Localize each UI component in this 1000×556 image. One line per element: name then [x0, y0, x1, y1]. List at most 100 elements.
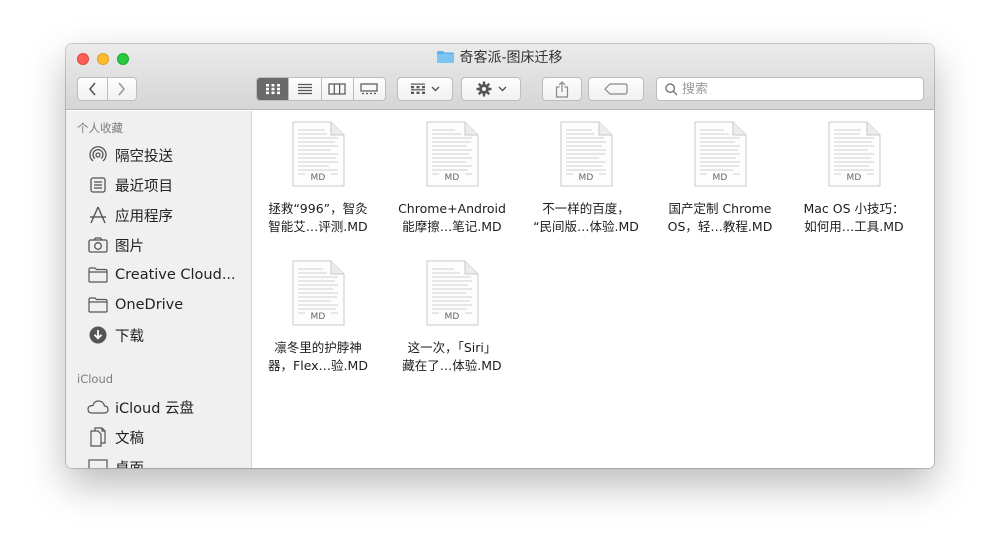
file-name-line: 不一样的百度， — [542, 201, 630, 216]
file-name-line: 能摩擦…笔记.MD — [402, 219, 502, 234]
navigation-buttons — [77, 77, 137, 101]
camera-icon — [87, 236, 109, 254]
folder-icon — [87, 296, 109, 314]
sidebar-item-applications[interactable]: 应用程序 — [87, 202, 173, 228]
column-view-icon — [328, 83, 346, 95]
file-item[interactable]: MD Mac OS 小技巧： 如何用…工具.MD — [789, 121, 919, 236]
recents-icon — [87, 176, 109, 194]
finder-window: 奇客派-图床迁移 搜索 个人收藏 隔空投送 最近项目 应用程序 图片 Creat… — [66, 44, 934, 468]
back-button[interactable] — [78, 78, 107, 100]
download-icon — [87, 326, 109, 344]
file-name-line: 国产定制 Chrome — [668, 201, 772, 216]
sidebar-item-label: 桌面 — [115, 457, 144, 469]
file-name-line: 这一次，「Siri」 — [407, 340, 497, 355]
sidebar-item-pictures[interactable]: 图片 — [87, 232, 144, 258]
search-input[interactable] — [682, 81, 902, 97]
icloud-heading: iCloud — [77, 372, 114, 386]
chevron-left-icon — [88, 82, 96, 96]
sidebar-item-label: OneDrive — [115, 297, 184, 313]
file-name-line: Chrome+Android — [398, 201, 506, 216]
documents-icon — [87, 427, 109, 447]
sidebar: 个人收藏 隔空投送 最近项目 应用程序 图片 Creative Cloud...… — [66, 111, 252, 468]
sidebar-item-label: Creative Cloud... — [115, 267, 236, 283]
file-extension-label: MD — [444, 173, 460, 183]
sidebar-item-creative-cloud[interactable]: Creative Cloud... — [87, 262, 236, 288]
file-name: 这一次，「Siri」 藏在了…体验.MD — [402, 339, 501, 375]
sidebar-item-label: 文稿 — [115, 430, 144, 447]
icon-view-icon — [265, 84, 280, 95]
markdown-file-icon: MD — [559, 121, 613, 187]
cloud-icon — [87, 398, 109, 416]
column-view-button[interactable] — [320, 78, 353, 100]
chevron-down-icon — [431, 86, 440, 92]
file-item[interactable]: MD 拯救“996”，智灸 智能艾…评测.MD — [253, 121, 383, 236]
sidebar-item-downloads[interactable]: 下载 — [87, 322, 144, 348]
file-item[interactable]: MD 不一样的百度， “民间版…体验.MD — [521, 121, 651, 236]
view-mode-control — [256, 77, 386, 101]
file-name-line: OS，轻…教程.MD — [667, 219, 773, 234]
file-name-line: 拯救“996”，智灸 — [268, 201, 368, 216]
sidebar-item-documents[interactable]: 文稿 — [87, 424, 144, 450]
toolbar: 奇客派-图床迁移 — [66, 44, 934, 110]
action-menu-button[interactable] — [461, 77, 521, 101]
gear-icon — [476, 81, 491, 97]
file-extension-label: MD — [846, 173, 862, 183]
sidebar-item-label: 图片 — [115, 238, 144, 255]
tag-icon — [604, 83, 628, 95]
folder-icon — [87, 266, 109, 284]
window-title: 奇客派-图床迁移 — [66, 49, 934, 67]
share-button[interactable] — [542, 77, 582, 101]
markdown-file-icon: MD — [291, 260, 345, 326]
sidebar-item-icloud-drive[interactable]: iCloud 云盘 — [87, 394, 194, 420]
file-name-line: 凛冬里的护脖神 — [274, 340, 362, 355]
sidebar-item-recents[interactable]: 最近项目 — [87, 172, 173, 198]
file-name-line: 藏在了…体验.MD — [402, 358, 502, 373]
sidebar-item-label: 最近项目 — [115, 178, 173, 195]
sidebar-item-label: 下载 — [115, 328, 144, 345]
favorites-heading: 个人收藏 — [77, 121, 123, 135]
sidebar-item-label: 应用程序 — [115, 208, 173, 225]
markdown-file-icon: MD — [693, 121, 747, 187]
gallery-view-icon — [360, 83, 378, 95]
sidebar-item-airdrop[interactable]: 隔空投送 — [87, 142, 173, 168]
file-name: 凛冬里的护脖神 器，Flex…验.MD — [268, 339, 368, 375]
file-name: Mac OS 小技巧： 如何用…工具.MD — [803, 200, 904, 236]
file-extension-label: MD — [578, 173, 594, 183]
file-name: 不一样的百度， “民间版…体验.MD — [533, 200, 639, 236]
group-by-button[interactable] — [397, 77, 453, 101]
chevron-down-icon — [498, 86, 506, 92]
list-view-icon — [297, 83, 312, 95]
file-extension-label: MD — [310, 173, 326, 183]
file-name: 拯救“996”，智灸 智能艾…评测.MD — [268, 200, 367, 236]
markdown-file-icon: MD — [291, 121, 345, 187]
markdown-file-icon: MD — [425, 260, 479, 326]
file-name-line: 器，Flex…验.MD — [268, 358, 368, 373]
tags-button[interactable] — [588, 77, 644, 101]
file-browser: MD 拯救“996”，智灸 智能艾…评测.MD MD Chrome+Androi… — [253, 111, 934, 468]
share-icon — [555, 80, 569, 98]
sidebar-item-desktop[interactable]: 桌面 — [87, 454, 144, 468]
file-item[interactable]: MD Chrome+Android 能摩擦…笔记.MD — [387, 121, 517, 236]
file-item[interactable]: MD 这一次，「Siri」 藏在了…体验.MD — [387, 260, 517, 375]
file-name-line: 智能艾…评测.MD — [268, 219, 368, 234]
file-extension-label: MD — [444, 312, 460, 322]
sidebar-item-label: iCloud 云盘 — [115, 400, 195, 417]
file-extension-label: MD — [310, 312, 326, 322]
group-by-icon — [411, 83, 425, 94]
airdrop-icon — [87, 146, 109, 164]
markdown-file-icon: MD — [827, 121, 881, 187]
desktop-icon — [87, 458, 109, 468]
file-name-line: 如何用…工具.MD — [804, 219, 904, 234]
file-item[interactable]: MD 国产定制 Chrome OS，轻…教程.MD — [655, 121, 785, 236]
sidebar-item-onedrive[interactable]: OneDrive — [87, 292, 183, 318]
file-extension-label: MD — [712, 173, 728, 183]
gallery-view-button[interactable] — [352, 78, 385, 100]
file-item[interactable]: MD 凛冬里的护脖神 器，Flex…验.MD — [253, 260, 383, 375]
icon-view-button[interactable] — [257, 78, 289, 100]
window-title-text: 奇客派-图床迁移 — [459, 50, 563, 66]
list-view-button[interactable] — [288, 78, 320, 100]
search-field[interactable] — [656, 77, 924, 101]
file-name-line: Mac OS 小技巧： — [803, 201, 905, 216]
forward-button[interactable] — [106, 78, 137, 100]
folder-icon — [437, 50, 455, 63]
